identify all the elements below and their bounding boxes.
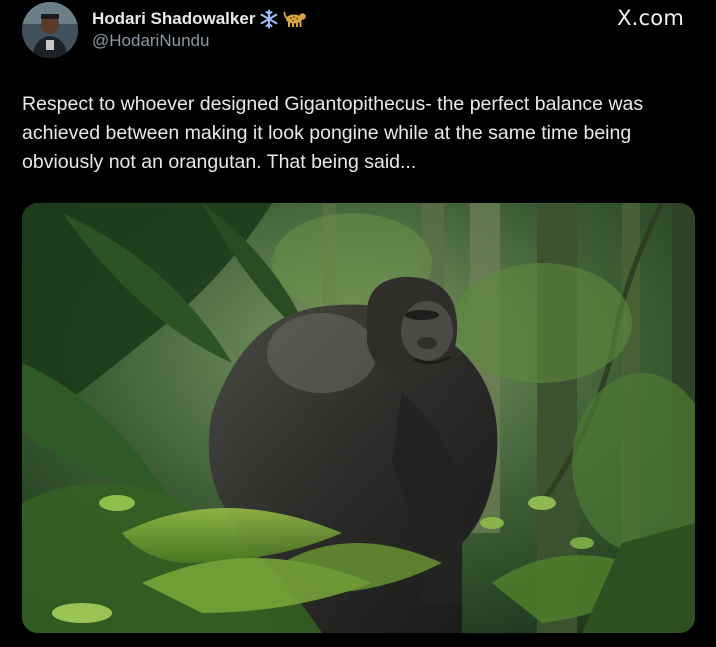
- tweet-photo[interactable]: [22, 203, 695, 633]
- forest-gigantopithecus-image: [22, 203, 695, 633]
- snowflake-icon: [259, 9, 279, 29]
- author-handle[interactable]: @HodariNundu: [92, 31, 307, 51]
- x-brand-label: X.com: [617, 6, 684, 30]
- display-name[interactable]: Hodari Shadowalker: [92, 9, 255, 29]
- tweet-header: Hodari Shadowalker @HodariNundu: [22, 2, 307, 58]
- tweet-card: Hodari Shadowalker @HodariNundu X.com Re…: [0, 0, 716, 647]
- avatar[interactable]: [22, 2, 78, 58]
- tweet-text: Respect to whoever designed Gigantopithe…: [22, 93, 644, 173]
- name-row: Hodari Shadowalker: [92, 9, 307, 29]
- leopard-icon: [283, 10, 307, 28]
- author-names: Hodari Shadowalker @HodariNundu: [92, 9, 307, 52]
